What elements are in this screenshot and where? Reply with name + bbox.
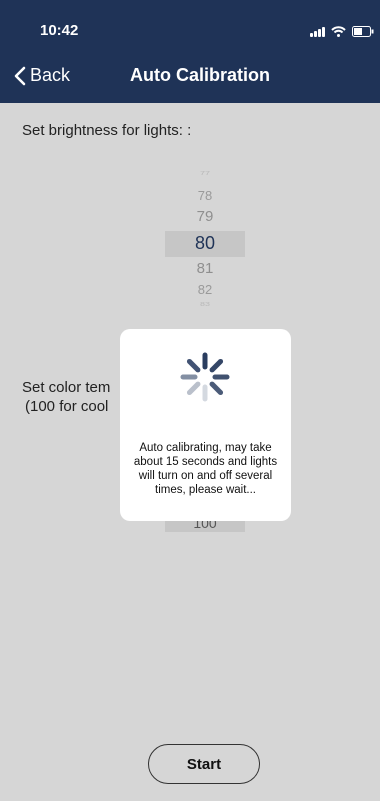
nav-row: Auto Calibration Back — [0, 61, 380, 93]
color-temp-label: Set color tem (100 for cool — [22, 378, 132, 416]
back-button[interactable]: Back — [14, 65, 70, 86]
color-temp-selected: 100 — [193, 521, 217, 531]
start-button[interactable]: Start — [148, 744, 260, 784]
picker-item[interactable]: 79 — [165, 208, 245, 225]
header-bar: 10:42 Auto Calibration Back — [0, 0, 380, 103]
color-temp-picker[interactable]: 100 — [165, 521, 245, 532]
picker-item[interactable]: 78 — [165, 188, 245, 203]
battery-icon — [352, 26, 374, 37]
color-temp-label-line2: (100 for cool — [25, 398, 109, 415]
picker-item[interactable]: 77 — [165, 170, 245, 176]
picker-item-selected[interactable]: 80 — [165, 233, 245, 254]
back-label: Back — [30, 65, 71, 85]
picker-item[interactable]: 81 — [165, 260, 245, 277]
brightness-label: Set brightness for lights: : — [22, 122, 192, 139]
calibration-message: Auto calibrating, may take about 15 seco… — [133, 442, 278, 496]
color-temp-label-line1: Set color tem — [22, 379, 111, 396]
status-icons — [310, 26, 374, 37]
chevron-left-icon — [14, 66, 26, 85]
calibration-dialog: Auto calibrating, may take about 15 seco… — [120, 329, 291, 521]
status-time: 10:42 — [40, 22, 79, 39]
signal-icon — [310, 26, 325, 37]
wifi-icon — [331, 26, 346, 37]
picker-item[interactable]: 82 — [165, 282, 245, 297]
picker-item[interactable]: 83 — [165, 301, 245, 307]
brightness-picker[interactable]: 77 78 79 80 81 82 83 — [165, 168, 245, 314]
loading-spinner-icon — [180, 352, 230, 402]
